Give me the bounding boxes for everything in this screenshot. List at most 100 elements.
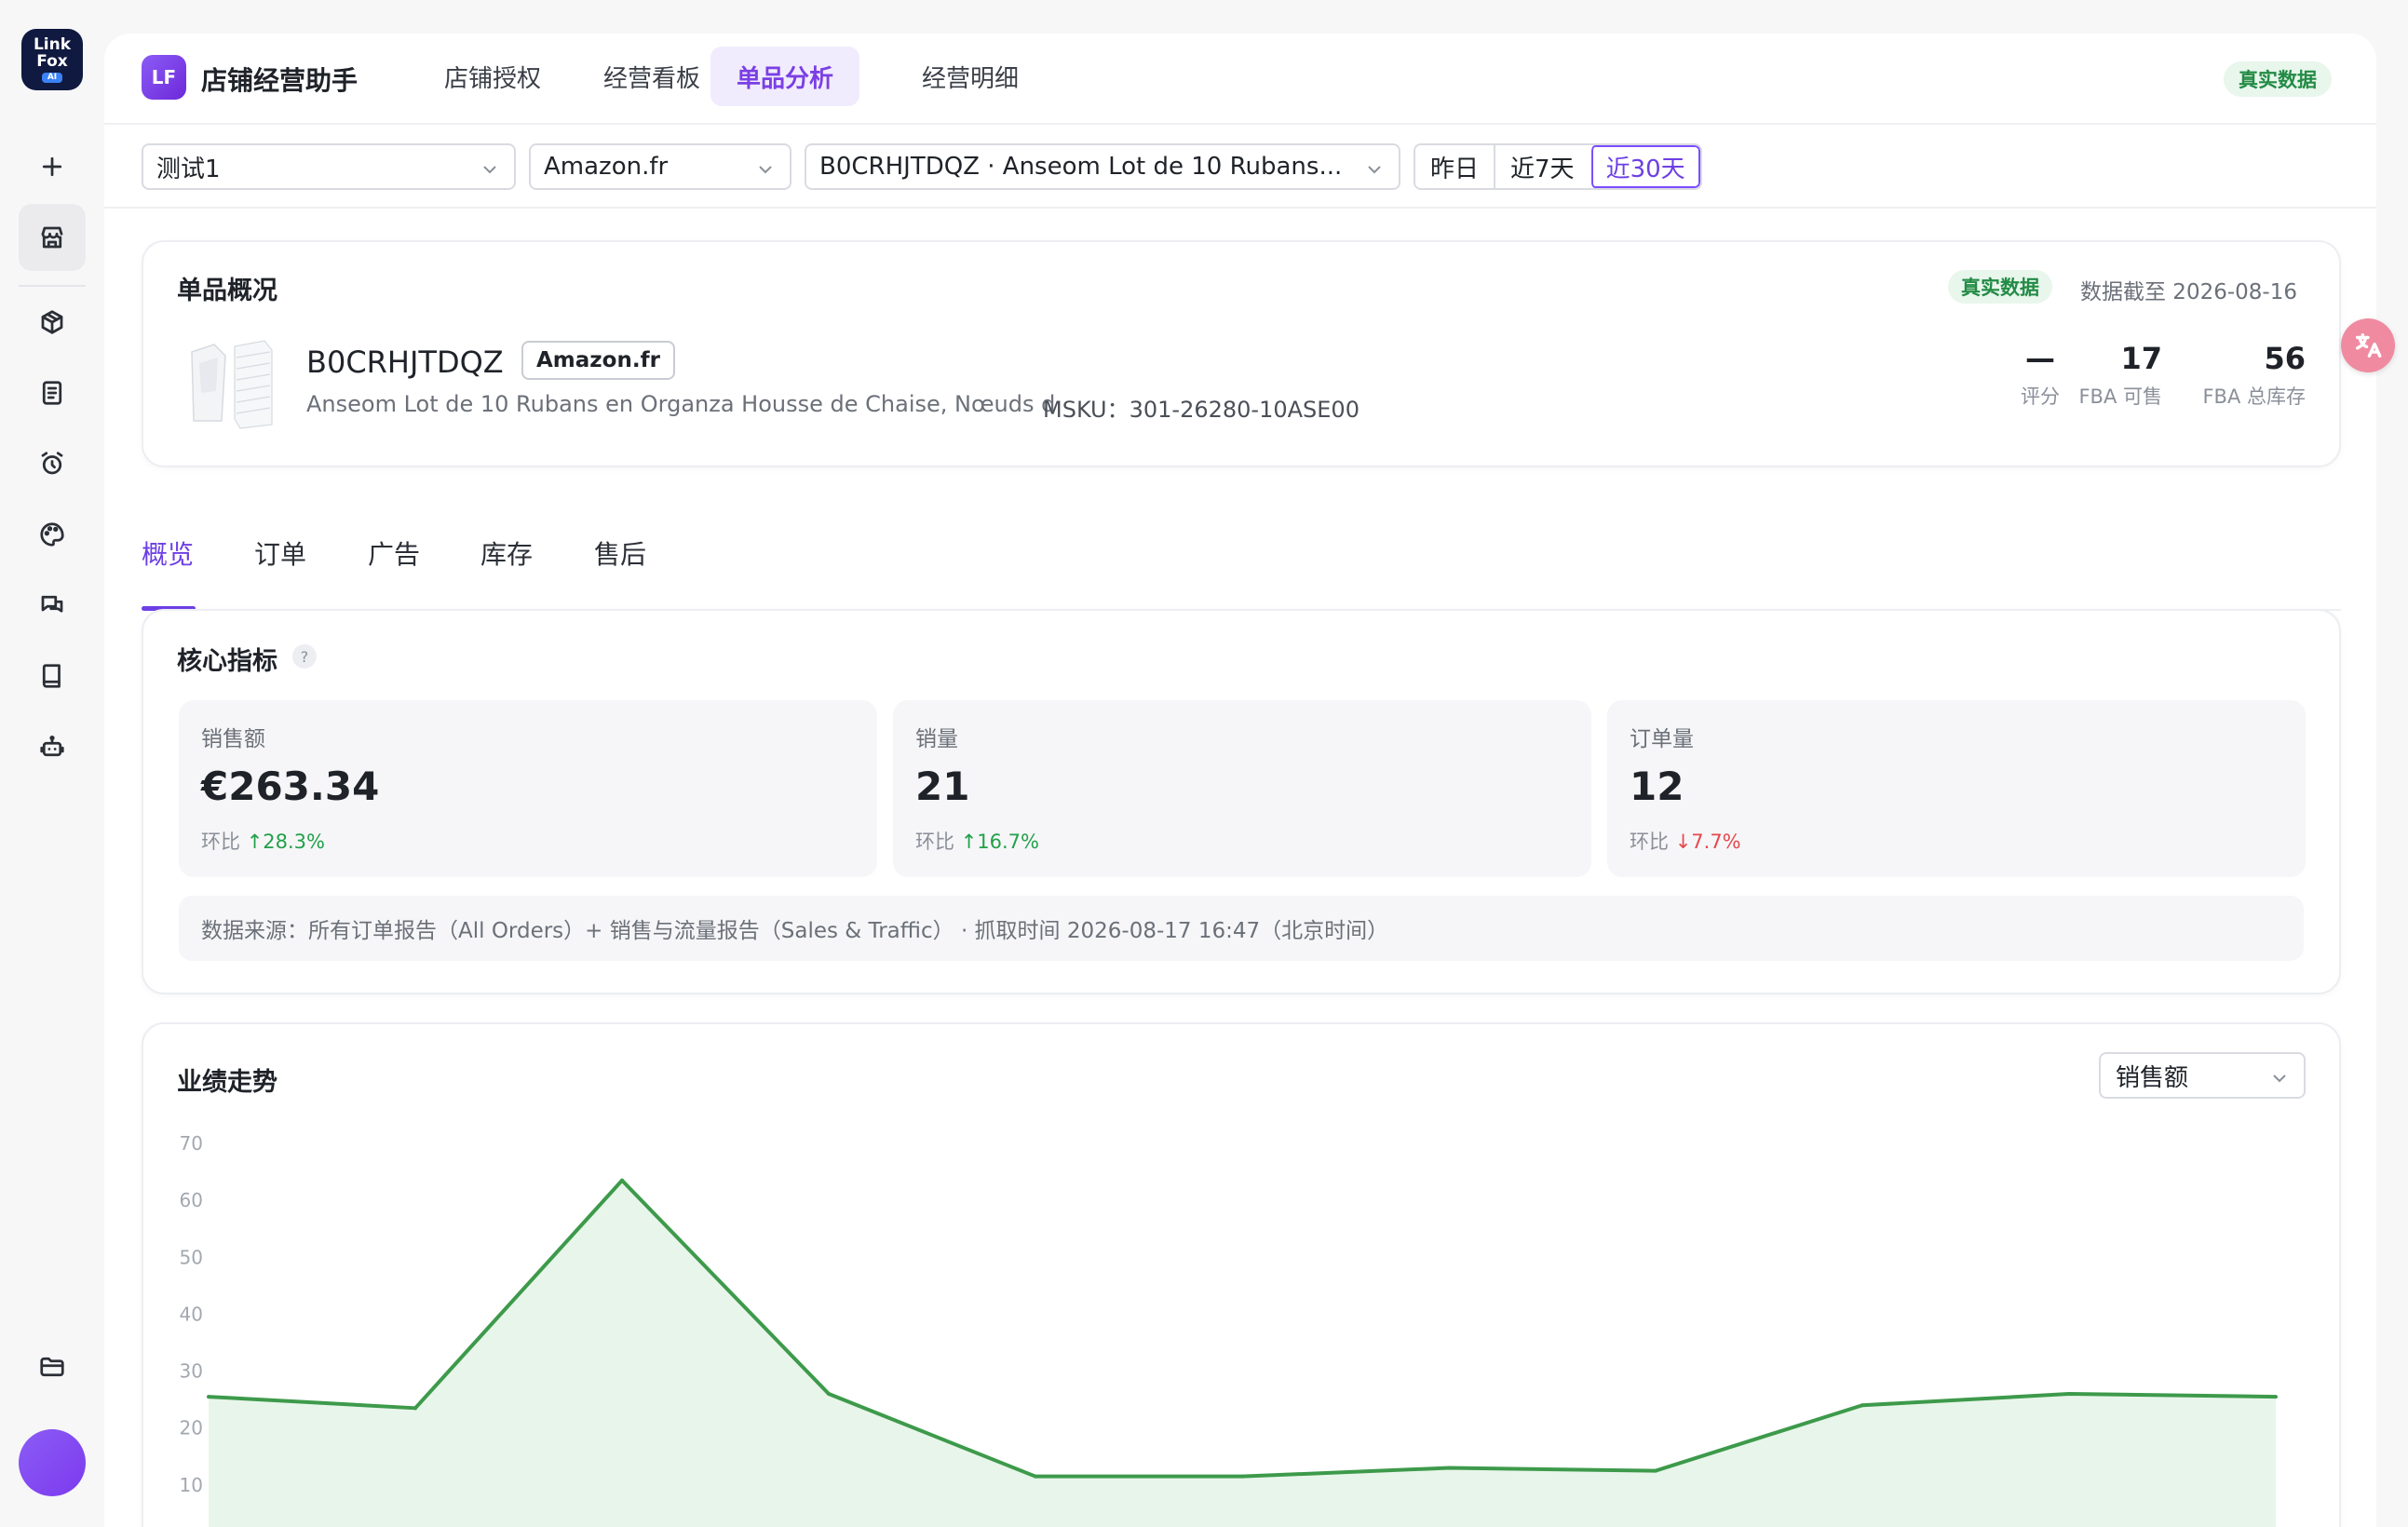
documents-button[interactable] xyxy=(19,359,86,426)
trend-title: 业绩走势 xyxy=(177,1068,277,1097)
stat-fba-available: 17 FBA 可售 xyxy=(2078,341,2162,410)
metric-value: 12 xyxy=(1630,764,1684,809)
new-plus-button[interactable] xyxy=(19,133,86,200)
design-button[interactable] xyxy=(19,501,86,568)
trend-chart: 010203040506070 xyxy=(180,1132,2278,1527)
alarm-icon xyxy=(41,452,63,475)
marketplace-select[interactable]: Amazon.fr xyxy=(529,143,791,190)
data-point[interactable] xyxy=(1860,1403,1864,1408)
rail-divider xyxy=(19,285,86,287)
metric-value: €263.34 xyxy=(201,764,380,809)
subtab-orders[interactable]: 订单 xyxy=(254,534,306,572)
data-point[interactable] xyxy=(1654,1468,1657,1473)
translate-button[interactable] xyxy=(2341,318,2395,372)
data-as-of: 数据截至 2026-08-16 xyxy=(2080,280,2297,304)
chevron-down-icon xyxy=(2270,1066,2289,1085)
subtab-after-sales[interactable]: 售后 xyxy=(594,534,646,572)
top-nav: LF 店铺经营助手 店铺授权 经营看板 单品分析 经营明细 真实数据 xyxy=(104,34,2376,125)
product-select-value: B0CRHJTDQZ · Anseom Lot de 10 Rubans... xyxy=(819,153,1343,181)
data-point[interactable] xyxy=(1447,1466,1451,1470)
data-point[interactable] xyxy=(2274,1395,2278,1399)
document-icon xyxy=(42,381,62,405)
data-source-note: 数据来源：所有订单报告（All Orders）+ 销售与流量报告（Sales &… xyxy=(179,896,2304,961)
nav-tab-details[interactable]: 经营明细 xyxy=(896,47,1045,106)
store-icon xyxy=(41,226,63,249)
metric-change-label: 环比 xyxy=(201,831,240,853)
stat-fba-total: 56 FBA 总库存 xyxy=(2202,341,2306,410)
metric-sales-amount: 销售额 €263.34 环比 ↑28.3% xyxy=(179,700,877,877)
store-assistant-button[interactable] xyxy=(19,204,86,271)
product-overview-card: 单品概况 真实数据 数据截至 2026-08-16 B0CRHJTDQZ Ama… xyxy=(142,240,2341,467)
y-tick-label: 60 xyxy=(180,1189,203,1211)
trend-metric-value: 销售额 xyxy=(2116,1063,2189,1092)
range-7-days[interactable]: 近7天 xyxy=(1494,145,1590,188)
subtab-ads[interactable]: 广告 xyxy=(368,534,420,572)
metric-label: 销量 xyxy=(915,727,958,751)
stat-fba-total-label: FBA 总库存 xyxy=(2202,385,2306,408)
data-point[interactable] xyxy=(1240,1474,1244,1479)
folder-icon xyxy=(40,1357,64,1377)
user-avatar[interactable] xyxy=(19,1429,86,1496)
performance-trend-card: 010203040506070 业绩走势 销售额 xyxy=(142,1022,2341,1527)
left-rail: Link Fox AI xyxy=(0,0,104,1527)
marketplace-badge: Amazon.fr xyxy=(521,341,675,380)
help-icon[interactable]: ? xyxy=(292,644,317,669)
metric-label: 销售额 xyxy=(201,727,265,751)
date-range-segmented: 昨日 近7天 近30天 xyxy=(1414,143,1702,190)
metric-order-count: 订单量 12 环比 ↓7.7% xyxy=(1607,700,2306,877)
marketplace-select-value: Amazon.fr xyxy=(544,153,669,181)
product-thumbnail[interactable] xyxy=(183,335,279,432)
nav-tab-product-analysis[interactable]: 单品分析 xyxy=(710,47,860,106)
agent-button[interactable] xyxy=(19,713,86,780)
metric-change-value: ↑16.7% xyxy=(960,831,1039,853)
data-point[interactable] xyxy=(413,1406,417,1411)
metric-units-sold: 销量 21 环比 ↑16.7% xyxy=(893,700,1591,877)
subtab-inventory[interactable]: 库存 xyxy=(480,534,533,572)
metric-change-label: 环比 xyxy=(915,831,954,853)
metric-change-value: ↓7.7% xyxy=(1674,831,1741,853)
product-asin[interactable]: B0CRHJTDQZ xyxy=(306,345,504,380)
product-title: Anseom Lot de 10 Rubans en Organza Houss… xyxy=(306,391,1056,417)
stat-rating: — 评分 xyxy=(2021,341,2060,410)
data-point[interactable] xyxy=(620,1178,624,1182)
chat-button[interactable] xyxy=(19,572,86,639)
linkfox-logo[interactable]: Link Fox AI xyxy=(21,29,83,90)
nav-tab-store-auth[interactable]: 店铺授权 xyxy=(418,47,567,106)
y-tick-label: 10 xyxy=(180,1474,203,1496)
core-metrics-card: 核心指标 ? 销售额 €263.34 环比 ↑28.3% 销量 21 环比 ↑1… xyxy=(142,609,2341,994)
filter-bar: 测试1 Amazon.fr B0CRHJTDQZ · Anseom Lot de… xyxy=(104,125,2376,209)
stat-rating-value: — xyxy=(2025,341,2055,376)
data-point[interactable] xyxy=(1034,1474,1037,1479)
book-icon xyxy=(42,664,61,688)
alarm-button[interactable] xyxy=(19,430,86,497)
real-data-badge: 真实数据 xyxy=(1948,270,2052,304)
chevron-down-icon xyxy=(480,157,499,176)
data-point[interactable] xyxy=(827,1392,831,1397)
chevron-down-icon xyxy=(1365,157,1384,176)
y-tick-label: 30 xyxy=(180,1360,203,1383)
stat-fba-available-label: FBA 可售 xyxy=(2078,385,2162,408)
store-select[interactable]: 测试1 xyxy=(142,143,516,190)
y-tick-label: 20 xyxy=(180,1417,203,1439)
translate-icon xyxy=(2355,332,2382,358)
products-button[interactable] xyxy=(19,289,86,356)
metric-change-row: 环比 ↑28.3% xyxy=(201,827,325,855)
product-overview-title: 单品概况 xyxy=(177,277,277,305)
metric-change-value: ↑28.3% xyxy=(246,831,325,853)
range-30-days[interactable]: 近30天 xyxy=(1589,145,1700,188)
brand-badge: LF xyxy=(142,55,186,100)
trend-metric-select[interactable]: 销售额 xyxy=(2099,1052,2306,1099)
subtab-overview[interactable]: 概览 xyxy=(142,534,194,572)
main-panel: LF 店铺经营助手 店铺授权 经营看板 单品分析 经营明细 真实数据 测试1 A… xyxy=(104,34,2376,1527)
product-select[interactable]: B0CRHJTDQZ · Anseom Lot de 10 Rubans... xyxy=(805,143,1400,190)
range-yesterday[interactable]: 昨日 xyxy=(1415,145,1495,188)
nav-tab-dashboard[interactable]: 经营看板 xyxy=(577,47,726,106)
stat-fba-available-value: 17 xyxy=(2120,341,2162,376)
stat-rating-label: 评分 xyxy=(2021,385,2060,408)
data-point[interactable] xyxy=(207,1395,210,1399)
product-msku: MSKU：301-26280-10ASE00 xyxy=(1043,397,1360,423)
stat-fba-total-value: 56 xyxy=(2264,341,2306,376)
folder-button[interactable] xyxy=(19,1333,86,1400)
knowledge-button[interactable] xyxy=(19,642,86,709)
data-point[interactable] xyxy=(2067,1392,2071,1397)
